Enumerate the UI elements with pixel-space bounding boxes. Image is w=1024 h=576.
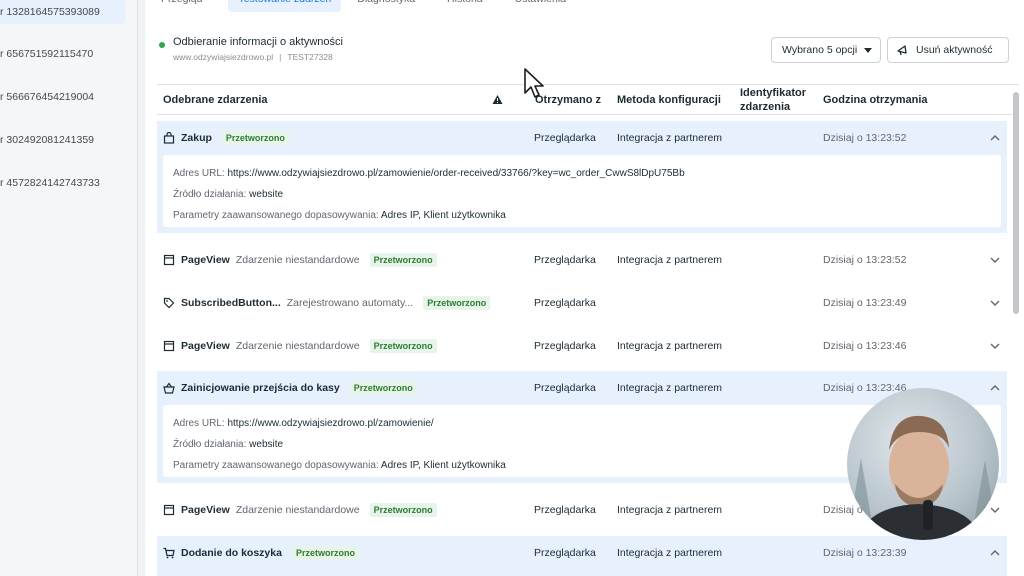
chevron-down-icon[interactable] <box>983 286 1007 320</box>
sidebar-item-dataset-3[interactable]: r 566676454219004 <box>0 75 137 118</box>
bag-icon <box>163 132 175 144</box>
status-domain: www.odzywiajsiezdrowo.pl <box>173 52 274 62</box>
sidebar-item-label: r 4572824142743733 <box>0 176 100 189</box>
event-filter-select[interactable]: Wybrano 5 opcji <box>771 37 881 63</box>
warning-icon <box>492 95 503 104</box>
received-time: Dzisiaj o 13:23:46 <box>823 340 907 352</box>
received-time: Dzisiaj o 13:23:49 <box>823 297 907 309</box>
sidebar-item-label: r 656751592115470 <box>0 47 94 60</box>
chevron-up-icon[interactable] <box>983 371 1007 405</box>
sidebar-item-dataset-5[interactable]: r 4572824142743733 <box>0 161 137 204</box>
event-name: Dodanie do koszyka <box>181 547 282 559</box>
status-subtitle: www.odzywiajsiezdrowo.pl | TEST27328 <box>173 52 343 62</box>
tab-overview[interactable]: Przegląd <box>145 0 218 12</box>
sidebar-item-dataset-1[interactable]: r 1328164575393089 <box>0 0 125 24</box>
detail-url: Adres URL: https://www.odzywiajsiezdrowo… <box>173 168 685 179</box>
sidebar-item-label: r 302492081241359 <box>0 133 95 146</box>
presenter-video <box>847 415 999 540</box>
received-from: Przeglądarka <box>534 297 596 309</box>
received-from: Przeglądarka <box>534 382 596 394</box>
event-description: Zdarzenie niestandardowe <box>235 504 360 516</box>
page-icon <box>163 254 175 266</box>
received-from: Przeglądarka <box>534 547 596 559</box>
page-icon <box>163 504 175 516</box>
event-filter-label: Wybrano 5 opcji <box>782 44 858 56</box>
event-details-purchase: Adres URL: https://www.odzywiajsiezdrowo… <box>157 155 1007 233</box>
received-from: Przeglądarka <box>534 340 596 352</box>
config-method: Integracja z partnerem <box>617 547 723 559</box>
basket-icon <box>163 382 175 394</box>
remove-activity-label: Usuń aktywność <box>916 44 993 56</box>
received-time: Dzisiaj o 13:23:39 <box>823 547 907 559</box>
config-method: Integracja z partnerem <box>617 504 723 516</box>
status-test-code: TEST27328 <box>287 52 333 62</box>
event-description: Zarejestrowano automaty... <box>286 297 414 309</box>
event-description: Zdarzenie niestandardowe <box>235 254 360 266</box>
table-row-pageview[interactable]: PageView Zdarzenie niestandardowe Przetw… <box>157 243 1007 277</box>
table-row-subscribed-button[interactable]: SubscribedButton... Zarejestrowano autom… <box>157 286 1007 320</box>
remove-activity-button[interactable]: Usuń aktywność <box>887 37 1009 63</box>
status-badge: Przetworzono <box>349 381 417 395</box>
received-time: Dzisiaj o 13:23:52 <box>823 254 907 266</box>
config-method: Integracja z partnerem <box>617 254 723 266</box>
event-name: PageView <box>181 254 230 266</box>
mouse-cursor-icon <box>524 68 544 98</box>
table-row-purchase[interactable]: Zakup Przetworzono Przeglądarka Integrac… <box>157 121 1007 155</box>
status-badge: Przetworzono <box>423 296 491 310</box>
header-events: Odebrane zdarzenia <box>163 94 268 106</box>
megaphone-icon <box>897 45 907 56</box>
page-icon <box>163 340 175 352</box>
tab-bar: Przegląd Testowanie zdarzeń Diagnostyka … <box>145 0 1024 12</box>
received-from: Przeglądarka <box>534 254 596 266</box>
event-name: SubscribedButton... <box>181 297 281 309</box>
tab-test-events[interactable]: Testowanie zdarzeń <box>228 0 342 12</box>
received-from: Przeglądarka <box>534 504 596 516</box>
config-method: Integracja z partnerem <box>617 382 723 394</box>
tab-diagnostics[interactable]: Diagnostyka <box>341 0 431 12</box>
tag-icon <box>163 297 175 309</box>
event-description: Zdarzenie niestandardowe <box>235 340 360 352</box>
event-name: PageView <box>181 504 230 516</box>
webcam-overlay <box>847 388 999 540</box>
config-method: Integracja z partnerem <box>617 132 723 144</box>
status-title: Odbieranie informacji o aktywności <box>173 36 343 48</box>
chevron-down-icon[interactable] <box>983 329 1007 363</box>
table-row-initiate-checkout[interactable]: Zainicjowanie przejścia do kasy Przetwor… <box>157 371 1007 405</box>
detail-source: Źródło działania: website <box>173 189 284 200</box>
header-received-time: Godzina otrzymania <box>823 94 928 106</box>
caret-down-icon <box>864 47 872 53</box>
sidebar: r 1328164575393089 r 656751592115470 r 5… <box>0 0 138 576</box>
status-badge: Przetworzono <box>369 253 437 267</box>
config-method: Integracja z partnerem <box>617 340 723 352</box>
received-from: Przeglądarka <box>534 132 596 144</box>
chevron-up-icon[interactable] <box>983 536 1007 570</box>
status-separator: | <box>279 52 282 62</box>
events-table-header: Odebrane zdarzenia Otrzymano z Metoda ko… <box>157 84 1019 115</box>
event-name: Zakup <box>181 132 212 144</box>
table-row-add-to-cart[interactable]: Dodanie do koszyka Przetworzono Przegląd… <box>157 536 1007 576</box>
status-badge: Przetworzono <box>369 503 437 517</box>
status-badge: Przetworzono <box>221 131 289 145</box>
header-config-method: Metoda konfiguracji <box>617 94 721 106</box>
status-dot-icon <box>159 42 165 48</box>
sidebar-item-label: r 1328164575393089 <box>0 6 100 18</box>
received-time: Dzisiaj o 13:23:52 <box>823 132 907 144</box>
table-row-pageview[interactable]: PageView Zdarzenie niestandardowe Przetw… <box>157 329 1007 363</box>
cart-icon <box>163 547 175 559</box>
sidebar-item-label: r 566676454219004 <box>0 90 95 103</box>
chevron-up-icon[interactable] <box>983 121 1007 155</box>
tab-settings[interactable]: Ustawienia <box>499 0 582 12</box>
event-name: Zainicjowanie przejścia do kasy <box>181 382 340 394</box>
tab-history[interactable]: Historia <box>431 0 499 12</box>
activity-status: Odbieranie informacji o aktywności www.o… <box>159 36 343 62</box>
vertical-scrollbar[interactable] <box>1013 92 1019 314</box>
status-badge: Przetworzono <box>291 546 359 560</box>
chevron-down-icon[interactable] <box>983 243 1007 277</box>
sidebar-item-dataset-2[interactable]: r 656751592115470 <box>0 32 137 75</box>
detail-params: Parametry zaawansowanego dopasowywania: … <box>173 210 506 221</box>
sidebar-item-dataset-4[interactable]: r 302492081241359 <box>0 118 137 161</box>
status-badge: Przetworzono <box>369 339 437 353</box>
event-name: PageView <box>181 340 230 352</box>
header-event-id: Identyfikator zdarzenia <box>740 87 807 113</box>
